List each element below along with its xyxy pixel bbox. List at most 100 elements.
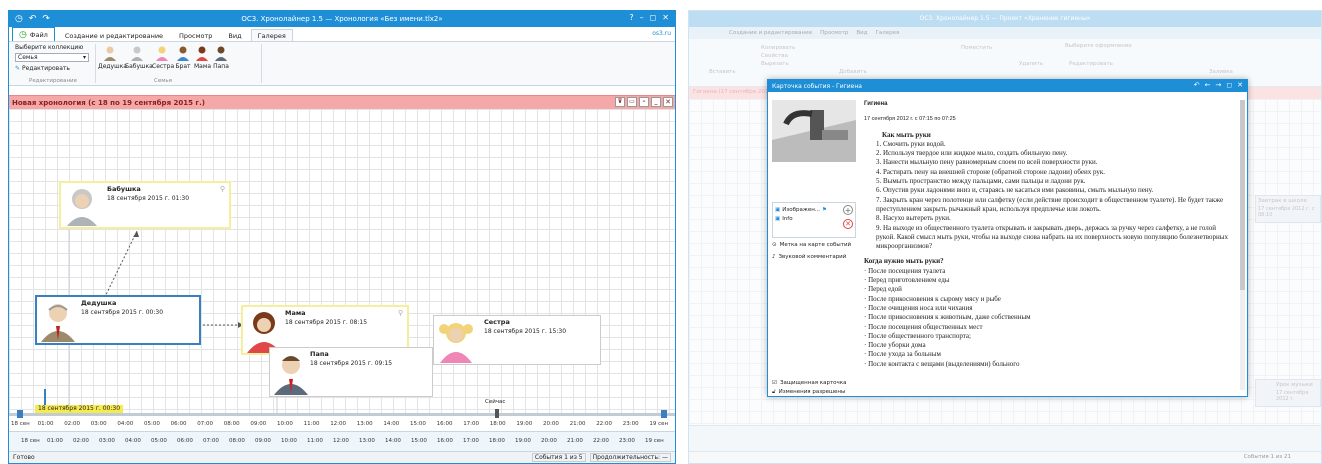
ruler-tick-label: 13:00	[359, 438, 375, 444]
steps-list: 1. Смочить руки водой. 2. Используя тверд…	[864, 140, 1235, 252]
undo-icon[interactable]: ↶	[1194, 81, 1200, 89]
tab-create-edit[interactable]: Создание и редактирование	[58, 29, 170, 41]
grandfather-icon	[104, 46, 116, 61]
help-icon[interactable]: ?	[629, 13, 633, 22]
audio-comment-button[interactable]: ♪ Звуковой комментарий	[772, 254, 846, 260]
step-item: 9. На выходе из общественного туалета от…	[876, 223, 1228, 251]
status-events: События 1 из 5	[531, 453, 586, 462]
ruler-tick-label: 23:00	[619, 438, 635, 444]
event-date: 18 сентября 2015 г. 15:30	[484, 328, 567, 335]
filter-icon[interactable]: ⊽	[615, 97, 625, 107]
close-icon[interactable]: ✕	[1237, 81, 1243, 89]
ruler-tick-label: 19:00	[515, 438, 531, 444]
event-date: 18 сентября 2015 г. 08:15	[285, 319, 368, 326]
group-label-family: Семья	[154, 78, 172, 84]
main-window: ◷ ↶ ↷ ОС3. Хронолайнер 1.5 — Хронология …	[8, 10, 676, 464]
minimize-band-icon[interactable]: _	[651, 97, 661, 107]
event-card-sister[interactable]: Сестра 18 сентября 2015 г. 15:30	[433, 315, 601, 365]
ruler-tick-label: 05:00	[144, 421, 160, 427]
map-marker-button[interactable]: ⊙ Метка на карте событий	[772, 242, 851, 248]
group-label-edit: Редактирование	[29, 78, 77, 84]
ruler-tick-label: 21:00	[567, 438, 583, 444]
step-item: 8. Насухо вытереть руки.	[876, 214, 951, 223]
event-card-grandfather[interactable]: Дедушка 18 сентября 2015 г. 00:30	[35, 295, 201, 345]
event-card-dialog: Карточка события - Гигиена ↶ ← → ◻ ✕ ▣ И…	[767, 79, 1248, 397]
minimize-button[interactable]: –	[640, 13, 644, 22]
ruler-tick-label: 13:00	[356, 421, 373, 427]
ruler-tick-label: 03:00	[90, 421, 107, 427]
gallery-item-father[interactable]: Папа	[213, 46, 229, 70]
ruler-tick-label: 16:00	[436, 421, 453, 427]
settings-icon[interactable]: ▭	[627, 97, 637, 107]
collapse-icon[interactable]: –	[639, 97, 649, 107]
collection-select[interactable]: Семья ▾	[15, 53, 89, 62]
close-button[interactable]: ✕	[662, 13, 669, 22]
status-bar-faded: События 1 из 21	[689, 451, 1321, 463]
ruler-tick-label: 17:00	[463, 421, 480, 427]
maximize-button[interactable]: ◻	[650, 13, 657, 22]
ruler-tick-label: 20:00	[541, 438, 557, 444]
ruler-tick-label: 02:00	[73, 438, 89, 444]
edit-icon: ✎	[15, 65, 21, 72]
ruler-tick-label: 04:00	[117, 421, 134, 427]
arrow-left-icon[interactable]: ←	[1205, 81, 1211, 89]
gallery-item-mother[interactable]: Мама	[194, 46, 211, 70]
scroll-handle-right[interactable]	[661, 410, 667, 418]
ruler-tick-label: 01:00	[47, 438, 63, 444]
close-band-icon[interactable]: ✕	[663, 97, 673, 107]
site-link[interactable]: os3.ru	[652, 30, 671, 37]
ruler-tick-label: 18 сен	[11, 421, 30, 427]
ruler-tick-label: 06:00	[177, 438, 193, 444]
ruler-tick-label: 19:00	[516, 421, 533, 427]
sister-icon	[156, 46, 168, 61]
band-header[interactable]: Новая хронология (с 18 по 19 сентября 20…	[9, 95, 675, 109]
ruler-tick-label: 22:00	[593, 438, 609, 444]
mother-icon	[196, 46, 208, 61]
maximize-icon[interactable]: ◻	[1226, 81, 1232, 89]
gallery-item-grandmother[interactable]: Бабушка	[125, 46, 153, 70]
event-name: Папа	[310, 350, 329, 358]
doc-scrollbar[interactable]	[1240, 100, 1245, 390]
edit-button[interactable]: ✎ Редактировать	[15, 65, 70, 72]
scroll-handle-left[interactable]	[17, 410, 23, 418]
tab-display[interactable]: Вид	[221, 29, 248, 41]
clock-icon: ◷	[19, 29, 27, 40]
timeline-scroll-track[interactable]	[9, 409, 675, 418]
tab-gallery[interactable]: Галерея	[250, 29, 293, 41]
timeline-canvas[interactable]: Бабушка 18 сентября 2015 г. 01:30 ⚲ Деду…	[9, 109, 675, 413]
ruler-tick-label: 07:00	[197, 421, 214, 427]
gallery-item-grandfather[interactable]: Дедушка	[98, 46, 127, 70]
overview-ruler[interactable]: 18 сен 01:00 02:00 03:00 04:00 05:00 06:00 07:0…	[9, 431, 675, 451]
gallery-item-brother[interactable]: Брат	[175, 46, 191, 70]
list-item: · После посещения общественных мест	[864, 322, 983, 331]
attachment-item[interactable]: ▣ Изображен... ⚑	[775, 207, 827, 213]
attachments-list: ▣ Изображен... ⚑ ▣ Info + ✕	[772, 202, 856, 238]
lock-icon: 🔓︎	[772, 389, 776, 395]
file-tab[interactable]: ◷ Файл	[12, 27, 55, 41]
event-card-grandmother[interactable]: Бабушка 18 сентября 2015 г. 01:30 ⚲	[59, 181, 231, 229]
add-attachment-icon[interactable]: +	[843, 205, 853, 215]
ruler-tick-label: 07:00	[203, 438, 219, 444]
arrow-right-icon[interactable]: →	[1215, 81, 1221, 89]
image-file-icon: ▣	[775, 207, 781, 213]
event-image[interactable]	[772, 100, 856, 162]
event-card-father[interactable]: Папа 18 сентября 2015 г. 09:15	[269, 347, 433, 397]
ruler-tick-label: 18:00	[489, 438, 505, 444]
ruler-tick-label: 10:00	[277, 421, 293, 427]
permissions-button[interactable]: 🔓︎ Изменения разрешены	[772, 389, 845, 396]
status-text: Готово	[13, 454, 35, 461]
dialog-heading: Гигиена	[864, 101, 888, 107]
ruler-tick-label: 01:00	[37, 421, 54, 427]
tab-view[interactable]: Просмотр	[172, 29, 219, 41]
ribbon: Выберите коллекцию Семья ▾ ✎ Редактирова…	[9, 42, 675, 86]
remove-attachment-icon[interactable]: ✕	[843, 219, 853, 229]
protected-card-checkbox[interactable]: ☑ Защищенная карточка	[772, 380, 846, 386]
list-item: · После ухода за больным	[864, 350, 941, 359]
ruler-tick-label: 19 сен	[645, 438, 664, 444]
status-bar: Готово События 1 из 5 Продолжительность:…	[9, 451, 675, 463]
event-description[interactable]: Гигиена 17 сентября 2012 г. с 07:15 по 0…	[864, 100, 1235, 392]
attachment-item[interactable]: ▣ Info	[775, 216, 793, 222]
gallery-item-sister[interactable]: Сестра	[152, 46, 174, 70]
ruler-tick-label: 02:00	[64, 421, 81, 427]
ruler-tick-label: 22:00	[596, 421, 613, 427]
